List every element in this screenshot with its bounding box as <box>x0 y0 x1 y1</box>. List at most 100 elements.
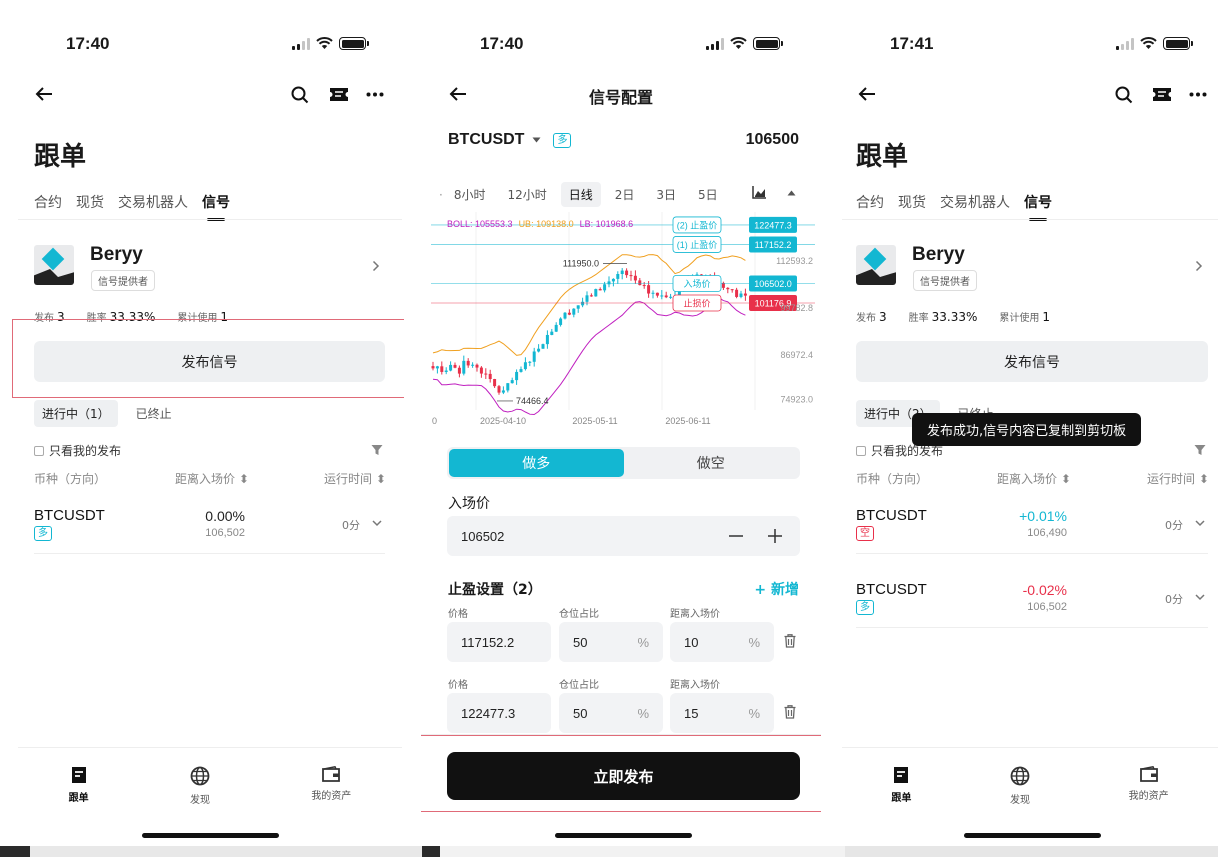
candle-body <box>563 312 567 319</box>
candle-body <box>453 364 457 368</box>
candle-body <box>493 379 497 387</box>
col-runtime[interactable]: 运行时间 ⬍ <box>324 470 386 487</box>
tp1-ratio-input[interactable]: 50% <box>559 622 663 662</box>
signal-icon <box>706 37 724 50</box>
filter-icon[interactable] <box>1194 444 1206 456</box>
direction-badge: 多 <box>553 132 572 148</box>
ticket-icon[interactable] <box>329 87 349 102</box>
tp2-price-input[interactable]: 122477.3 <box>447 693 551 733</box>
candle-body <box>510 380 514 384</box>
table-row[interactable]: BTCUSDT 空 +0.01% 106,490 0分 <box>856 500 1208 554</box>
seg-ended[interactable]: 已终止 <box>136 405 172 422</box>
col-distance[interactable]: 距离入场价 ⬍ <box>997 470 1071 487</box>
chevron-down-icon[interactable] <box>1195 594 1205 601</box>
add-tp-button[interactable]: + 新增 <box>754 579 799 599</box>
wifi-icon <box>1140 37 1157 49</box>
back-arrow-icon[interactable] <box>35 86 53 102</box>
nav-discover[interactable]: 发现 <box>190 766 210 806</box>
tf-12h[interactable]: 12小时 <box>499 182 554 207</box>
candle-body <box>655 292 659 296</box>
chevron-right-icon[interactable] <box>1195 260 1203 272</box>
minus-icon[interactable] <box>729 535 743 537</box>
search-icon[interactable] <box>1115 86 1133 104</box>
only-mine-checkbox[interactable]: 只看我的发布 <box>34 442 121 459</box>
trash-icon[interactable] <box>784 705 796 719</box>
short-button[interactable]: 做空 <box>624 449 799 477</box>
tab-spot[interactable]: 现货 <box>898 192 926 212</box>
last-price: 106500 <box>745 131 799 148</box>
tp1-price-input[interactable]: 117152.2 <box>447 622 551 662</box>
nav-assets[interactable]: 我的资产 <box>311 766 351 802</box>
tp1-dist-input[interactable]: 10% <box>670 622 774 662</box>
symbol-name: BTCUSDT <box>448 131 525 148</box>
wifi-icon <box>730 37 747 49</box>
tab-futures[interactable]: 合约 <box>856 192 884 212</box>
col-runtime[interactable]: 运行时间 ⬍ <box>1147 470 1209 487</box>
candle-body <box>603 284 607 291</box>
nav-assets[interactable]: 我的资产 <box>1129 766 1169 802</box>
symbol-selector[interactable]: BTCUSDT 多 <box>448 131 572 149</box>
level-label: (1) 止盈价 <box>677 239 718 250</box>
collapse-caret-icon[interactable] <box>787 190 796 196</box>
more-icon[interactable] <box>1189 92 1207 97</box>
chevron-down-icon[interactable] <box>372 520 382 527</box>
level-value: 106502.0 <box>754 279 792 289</box>
row-runtime: 0分 <box>342 519 360 532</box>
chevron-down-icon[interactable] <box>1195 520 1205 527</box>
tp2-ratio-input[interactable]: 50% <box>559 693 663 733</box>
tf-2d[interactable]: 2日 <box>607 182 643 207</box>
timeframe-bar: · 8小时 12小时 日线 2日 3日 5日 <box>436 182 726 207</box>
col-symbol: 币种（方向） <box>34 472 107 486</box>
stat-usage: 累计使用 1 <box>999 310 1051 324</box>
filter-icon[interactable] <box>371 444 383 456</box>
kline-chart[interactable]: (2) 止盈价 122477.3 (1) 止盈价 117152.2 入场价 106502.… <box>431 212 815 430</box>
caret-down-icon <box>532 137 541 143</box>
tab-signal[interactable]: 信号 <box>202 192 230 221</box>
tf-1d[interactable]: 日线 <box>560 182 601 207</box>
row-runtime: 0分 <box>1165 593 1183 606</box>
entry-price-input[interactable]: 106502 <box>447 516 800 556</box>
seg-running[interactable]: 进行中（1） <box>34 400 118 427</box>
candle-body <box>743 293 747 296</box>
table-row[interactable]: BTCUSDT 多 0.00% 106,502 0分 <box>34 500 385 554</box>
candle-body <box>449 364 453 371</box>
tp1-dist-label: 距离入场价 <box>670 609 720 620</box>
tf-3d[interactable]: 3日 <box>648 182 684 207</box>
signal-icon <box>292 37 310 50</box>
row-pct: -0.02% <box>1022 582 1067 598</box>
tab-bots[interactable]: 交易机器人 <box>118 192 188 212</box>
chart-type-icon[interactable] <box>752 186 766 199</box>
long-button[interactable]: 做多 <box>449 449 624 477</box>
tab-bots[interactable]: 交易机器人 <box>940 192 1010 212</box>
search-icon[interactable] <box>291 86 309 104</box>
candle-body <box>501 390 505 393</box>
screen-copytrade-before: 17:40 跟单 合约 现货 交易机器人 信号 Beryy 信号提供者 发布 3 … <box>0 0 404 848</box>
level-value: 122477.3 <box>754 220 792 230</box>
nav-discover[interactable]: 发现 <box>1010 766 1030 806</box>
tf-8h[interactable]: 8小时 <box>446 182 494 207</box>
ticket-icon[interactable] <box>1152 87 1172 102</box>
plus-icon[interactable] <box>768 529 782 543</box>
tab-futures[interactable]: 合约 <box>34 192 62 212</box>
tab-spot[interactable]: 现货 <box>76 192 104 212</box>
publish-signal-button[interactable]: 发布信号 <box>856 341 1208 382</box>
more-icon[interactable] <box>366 92 384 97</box>
tf-5d[interactable]: 5日 <box>690 182 726 207</box>
candle-body <box>567 312 571 315</box>
x-tick-label: 2025-05-11 <box>572 416 617 426</box>
nav-copytrade[interactable]: 跟单 <box>69 766 89 804</box>
tp2-dist-input[interactable]: 15% <box>670 693 774 733</box>
table-row[interactable]: BTCUSDT 多 -0.02% 106,502 0分 <box>856 574 1208 628</box>
tab-signal[interactable]: 信号 <box>1024 192 1052 221</box>
col-distance[interactable]: 距离入场价 ⬍ <box>175 470 249 487</box>
nav-copytrade[interactable]: 跟单 <box>891 766 911 804</box>
chevron-right-icon[interactable] <box>372 260 380 272</box>
trash-icon[interactable] <box>784 634 796 648</box>
candle-body <box>572 308 576 315</box>
candle-body <box>545 334 549 345</box>
back-arrow-icon[interactable] <box>858 86 876 102</box>
tp1-price-label: 价格 <box>448 609 468 620</box>
row-price: 106,502 <box>1027 601 1067 613</box>
candle-body <box>537 348 541 352</box>
y-tick-label: 74923.0 <box>780 394 813 404</box>
